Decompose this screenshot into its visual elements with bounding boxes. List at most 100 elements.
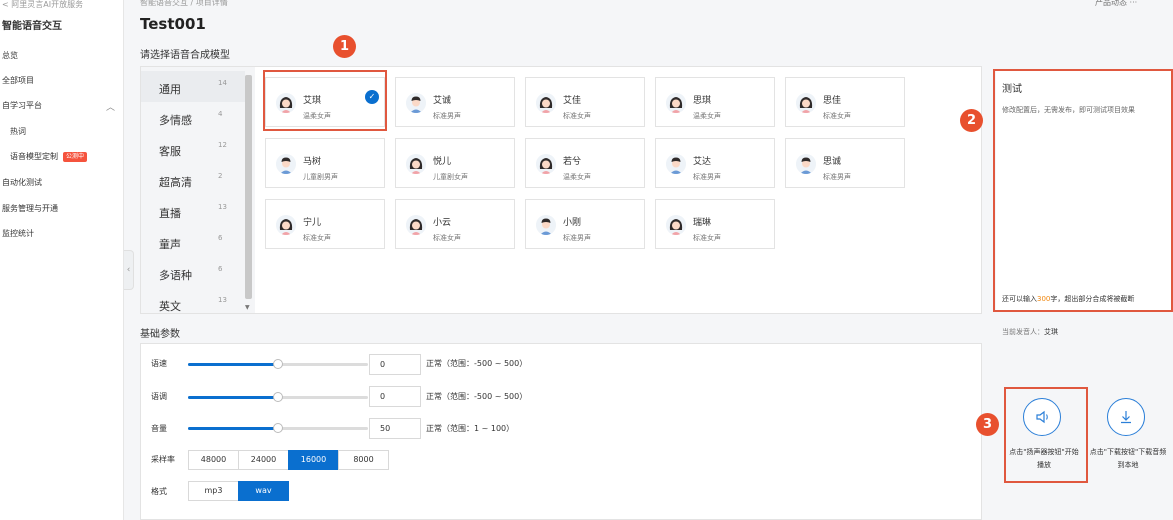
category-count: 13	[218, 203, 227, 211]
category-item[interactable]: 客服 12	[141, 133, 245, 164]
voice-description: 温柔女声	[693, 112, 721, 120]
speed-label: 语速	[151, 359, 167, 368]
pitch-input[interactable]: 0	[369, 386, 421, 407]
voice-name: 瑞琳	[693, 218, 712, 228]
chevron-up-icon[interactable]: ︿	[106, 100, 115, 113]
voice-card[interactable]: 马树 儿童剧男声	[265, 138, 385, 188]
scroll-down-icon[interactable]: ▼	[245, 304, 250, 311]
sidebar-item-auto-test[interactable]: 自动化测试	[2, 177, 42, 188]
sidebar-item-service[interactable]: 服务管理与开通	[2, 203, 58, 214]
category-item[interactable]: 超高清 2	[141, 164, 245, 195]
voice-card[interactable]: 思琪 温柔女声	[655, 77, 775, 127]
sample-rate-option[interactable]: 48000	[188, 450, 239, 470]
voice-description: 标准男声	[693, 173, 721, 181]
avatar	[536, 215, 556, 235]
sidebar-item-all-projects[interactable]: 全部项目	[2, 75, 34, 86]
breadcrumb[interactable]: 智能语音交互 / 项目详情	[140, 0, 228, 8]
volume-input[interactable]: 50	[369, 418, 421, 439]
format-option[interactable]: mp3	[188, 481, 239, 501]
category-count: 2	[218, 172, 223, 180]
highlight-box-test-panel	[993, 69, 1173, 312]
voice-description: 标准女声	[563, 112, 591, 120]
category-name: 英文	[159, 300, 181, 313]
category-item[interactable]: 多情感 4	[141, 102, 245, 133]
sidebar-item-monitor[interactable]: 监控统计	[2, 228, 34, 239]
voice-card[interactable]: 艾诚 标准男声	[395, 77, 515, 127]
volume-slider[interactable]	[188, 423, 368, 433]
sidebar-item-self-learning[interactable]: 自学习平台	[2, 100, 42, 111]
sidebar-item-hotwords[interactable]: 热词	[10, 126, 26, 137]
voice-card[interactable]: 小刚 标准男声	[525, 199, 645, 249]
voice-card[interactable]: 宁儿 标准女声	[265, 199, 385, 249]
category-name: 直播	[159, 207, 181, 220]
voice-name: 悦儿	[433, 157, 452, 167]
voice-card[interactable]: 思诚 标准男声	[785, 138, 905, 188]
avatar	[276, 154, 296, 174]
category-item[interactable]: 多语种 6	[141, 257, 245, 288]
voice-card[interactable]: 小云 标准女声	[395, 199, 515, 249]
category-name: 童声	[159, 238, 181, 251]
voice-description: 标准女声	[433, 234, 461, 242]
voice-name: 艾佳	[563, 96, 582, 106]
product-updates-link[interactable]: 产品动态 ···	[1095, 0, 1137, 8]
voice-description: 标准男声	[823, 173, 851, 181]
voice-description: 标准女声	[693, 234, 721, 242]
voice-card[interactable]: 艾达 标准男声	[655, 138, 775, 188]
voice-description: 儿童剧女声	[433, 173, 468, 181]
voice-card[interactable]: 若兮 温柔女声	[525, 138, 645, 188]
highlight-box-selected-voice	[263, 70, 387, 131]
speed-input[interactable]: 0	[369, 354, 421, 375]
voice-description: 儿童剧男声	[303, 173, 338, 181]
volume-slider-handle[interactable]	[273, 423, 283, 433]
pitch-label: 语调	[151, 392, 167, 401]
avatar	[666, 154, 686, 174]
pitch-slider-fill	[188, 396, 278, 399]
page: < 阿里灵言AI开放服务 智能语音交互 总览 全部项目 自学习平台 ︿ 热词 语…	[0, 0, 1173, 520]
step-marker-1: 1	[333, 35, 356, 58]
category-scrollbar[interactable]	[245, 75, 252, 299]
voice-description: 标准男声	[433, 112, 461, 120]
sample-rate-option[interactable]: 8000	[338, 450, 389, 470]
voice-description: 标准女声	[303, 234, 331, 242]
speed-slider[interactable]	[188, 359, 368, 369]
category-count: 6	[218, 234, 223, 242]
sidebar-item-voice-model[interactable]: 语音模型定制 公测中	[10, 151, 88, 162]
speed-slider-handle[interactable]	[273, 359, 283, 369]
category-count: 6	[218, 265, 223, 273]
avatar	[406, 215, 426, 235]
voice-name: 宁儿	[303, 218, 322, 228]
pitch-hint: 正常（范围：-500 ~ 500）	[426, 392, 528, 401]
voice-description: 标准男声	[563, 234, 591, 242]
chevron-left-icon: ‹	[126, 265, 131, 275]
sample-rate-option[interactable]: 16000	[288, 450, 339, 470]
voice-card[interactable]: 艾佳 标准女声	[525, 77, 645, 127]
voice-card[interactable]: 瑞琳 标准女声	[655, 199, 775, 249]
current-speaker: 当前发音人：艾琪	[1002, 327, 1058, 337]
sidebar-item-overview[interactable]: 总览	[2, 50, 18, 61]
voice-name: 思佳	[823, 96, 842, 106]
category-item[interactable]: 直播 13	[141, 195, 245, 226]
category-count: 14	[218, 79, 227, 87]
sidebar-collapse-handle[interactable]: ‹	[124, 250, 134, 290]
category-name: 超高清	[159, 176, 192, 189]
speed-hint: 正常（范围：-500 ~ 500）	[426, 359, 528, 368]
category-list: 通用 14 多情感 4 客服 12 超高清 2 直播 13 童声 6 多语种 6 英文 13	[141, 67, 255, 313]
sample-rate-option[interactable]: 24000	[238, 450, 289, 470]
category-item[interactable]: 通用 14	[141, 71, 245, 102]
avatar	[666, 93, 686, 113]
pitch-slider[interactable]	[188, 392, 368, 402]
pitch-slider-handle[interactable]	[273, 392, 283, 402]
avatar	[666, 215, 686, 235]
category-name: 多情感	[159, 114, 192, 127]
back-link[interactable]: < 阿里灵言AI开放服务	[2, 0, 83, 10]
format-label: 格式	[151, 487, 167, 496]
voice-name: 艾诚	[433, 96, 452, 106]
voice-card[interactable]: 思佳 标准女声	[785, 77, 905, 127]
status-badge: 公测中	[63, 151, 88, 162]
category-count: 13	[218, 296, 227, 304]
download-button[interactable]	[1107, 398, 1145, 436]
category-item[interactable]: 童声 6	[141, 226, 245, 257]
voice-card[interactable]: 悦儿 儿童剧女声	[395, 138, 515, 188]
category-item[interactable]: 英文 13	[141, 288, 245, 319]
format-option[interactable]: wav	[238, 481, 289, 501]
